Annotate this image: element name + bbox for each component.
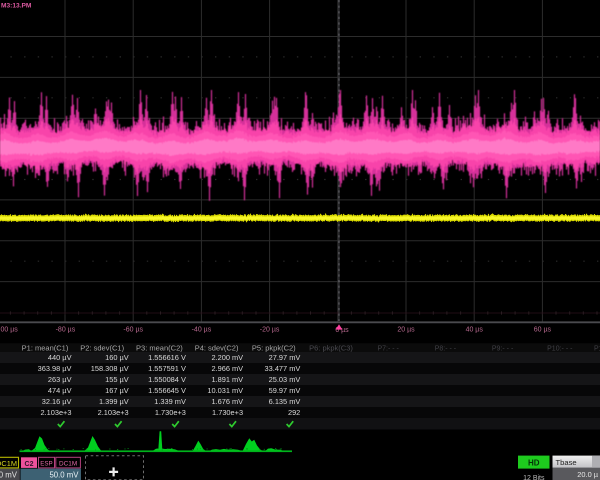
svg-text:1.550084 V: 1.550084 V xyxy=(148,375,186,384)
svg-text:1.339 mV: 1.339 mV xyxy=(154,397,186,406)
svg-text:P3: mean(C2): P3: mean(C2) xyxy=(136,344,183,353)
svg-text:40 µs: 40 µs xyxy=(466,327,484,334)
svg-text:-60 µs: -60 µs xyxy=(123,327,143,334)
svg-text:1.556645 V: 1.556645 V xyxy=(148,386,186,395)
svg-text:P8:- - -: P8:- - - xyxy=(435,346,457,353)
svg-text:160 µV: 160 µV xyxy=(105,353,129,362)
svg-text:-80 µs: -80 µs xyxy=(56,327,76,334)
svg-text:155 µV: 155 µV xyxy=(105,375,129,384)
svg-text:167 µV: 167 µV xyxy=(105,386,129,395)
svg-text:HD: HD xyxy=(528,458,540,467)
svg-text:2.966 mV: 2.966 mV xyxy=(211,364,243,373)
svg-text:2.103e+3: 2.103e+3 xyxy=(40,408,71,417)
svg-text:1.557591 V: 1.557591 V xyxy=(148,364,186,373)
svg-text:292: 292 xyxy=(288,408,300,417)
svg-text:M3:13.PM: M3:13.PM xyxy=(1,2,32,9)
svg-text:2.103e+3: 2.103e+3 xyxy=(98,408,129,417)
svg-text:263 µV: 263 µV xyxy=(48,375,72,384)
svg-text:2.200 mV: 2.200 mV xyxy=(211,353,243,362)
svg-text:DC1M: DC1M xyxy=(59,461,77,468)
svg-text:363.98 µV: 363.98 µV xyxy=(38,364,72,373)
svg-text:P4: sdev(C2): P4: sdev(C2) xyxy=(195,344,239,353)
svg-text:P9:- - -: P9:- - - xyxy=(492,346,514,353)
svg-text:1.891 mV: 1.891 mV xyxy=(211,375,243,384)
svg-text:474 µV: 474 µV xyxy=(48,386,72,395)
svg-text:DC1M: DC1M xyxy=(0,459,17,468)
svg-text:20 µs: 20 µs xyxy=(397,327,415,334)
svg-text:1.399 µV: 1.399 µV xyxy=(99,397,129,406)
svg-text:-40 µs: -40 µs xyxy=(192,327,212,334)
svg-text:50.0 mV: 50.0 mV xyxy=(49,471,79,480)
svg-text:158.308 µV: 158.308 µV xyxy=(91,364,129,373)
svg-text:60 µs: 60 µs xyxy=(534,327,552,334)
svg-text:P2: sdev(C1): P2: sdev(C1) xyxy=(80,344,124,353)
svg-text:P6: pkpk(C3): P6: pkpk(C3) xyxy=(309,344,353,353)
svg-text:1.556616 V: 1.556616 V xyxy=(148,353,186,362)
svg-text:-20 µs: -20 µs xyxy=(260,327,280,334)
svg-text:20.0 µ: 20.0 µ xyxy=(577,470,598,479)
svg-text:10.031 mV: 10.031 mV xyxy=(207,386,243,395)
svg-text:27.97 mV: 27.97 mV xyxy=(269,353,301,362)
svg-text:6.135 mV: 6.135 mV xyxy=(269,397,301,406)
svg-text:440 µV: 440 µV xyxy=(48,353,72,362)
svg-text:P7:- - -: P7:- - - xyxy=(378,346,400,353)
svg-text:00 µs: 00 µs xyxy=(1,327,19,334)
svg-text:0 mV: 0 mV xyxy=(0,471,18,480)
svg-text:59.97 mV: 59.97 mV xyxy=(269,386,301,395)
svg-text:ESP: ESP xyxy=(40,461,52,468)
svg-text:1.730e+3: 1.730e+3 xyxy=(212,408,243,417)
svg-text:C2: C2 xyxy=(25,461,34,468)
svg-text:25.03 mV: 25.03 mV xyxy=(269,375,301,384)
svg-text:1.730e+3: 1.730e+3 xyxy=(155,408,186,417)
svg-text:33.477 mV: 33.477 mV xyxy=(265,364,301,373)
svg-text:P1: mean(C1): P1: mean(C1) xyxy=(22,344,69,353)
svg-text:12 Bits: 12 Bits xyxy=(523,475,545,480)
svg-text:1.676 mV: 1.676 mV xyxy=(211,397,243,406)
svg-text:P5: pkpk(C2): P5: pkpk(C2) xyxy=(252,344,296,353)
svg-text:Tbase: Tbase xyxy=(556,458,577,467)
svg-text:32.16 µV: 32.16 µV xyxy=(42,397,72,406)
svg-text:P10:- - -: P10:- - - xyxy=(547,346,573,353)
svg-text:P11: P11 xyxy=(594,346,600,353)
